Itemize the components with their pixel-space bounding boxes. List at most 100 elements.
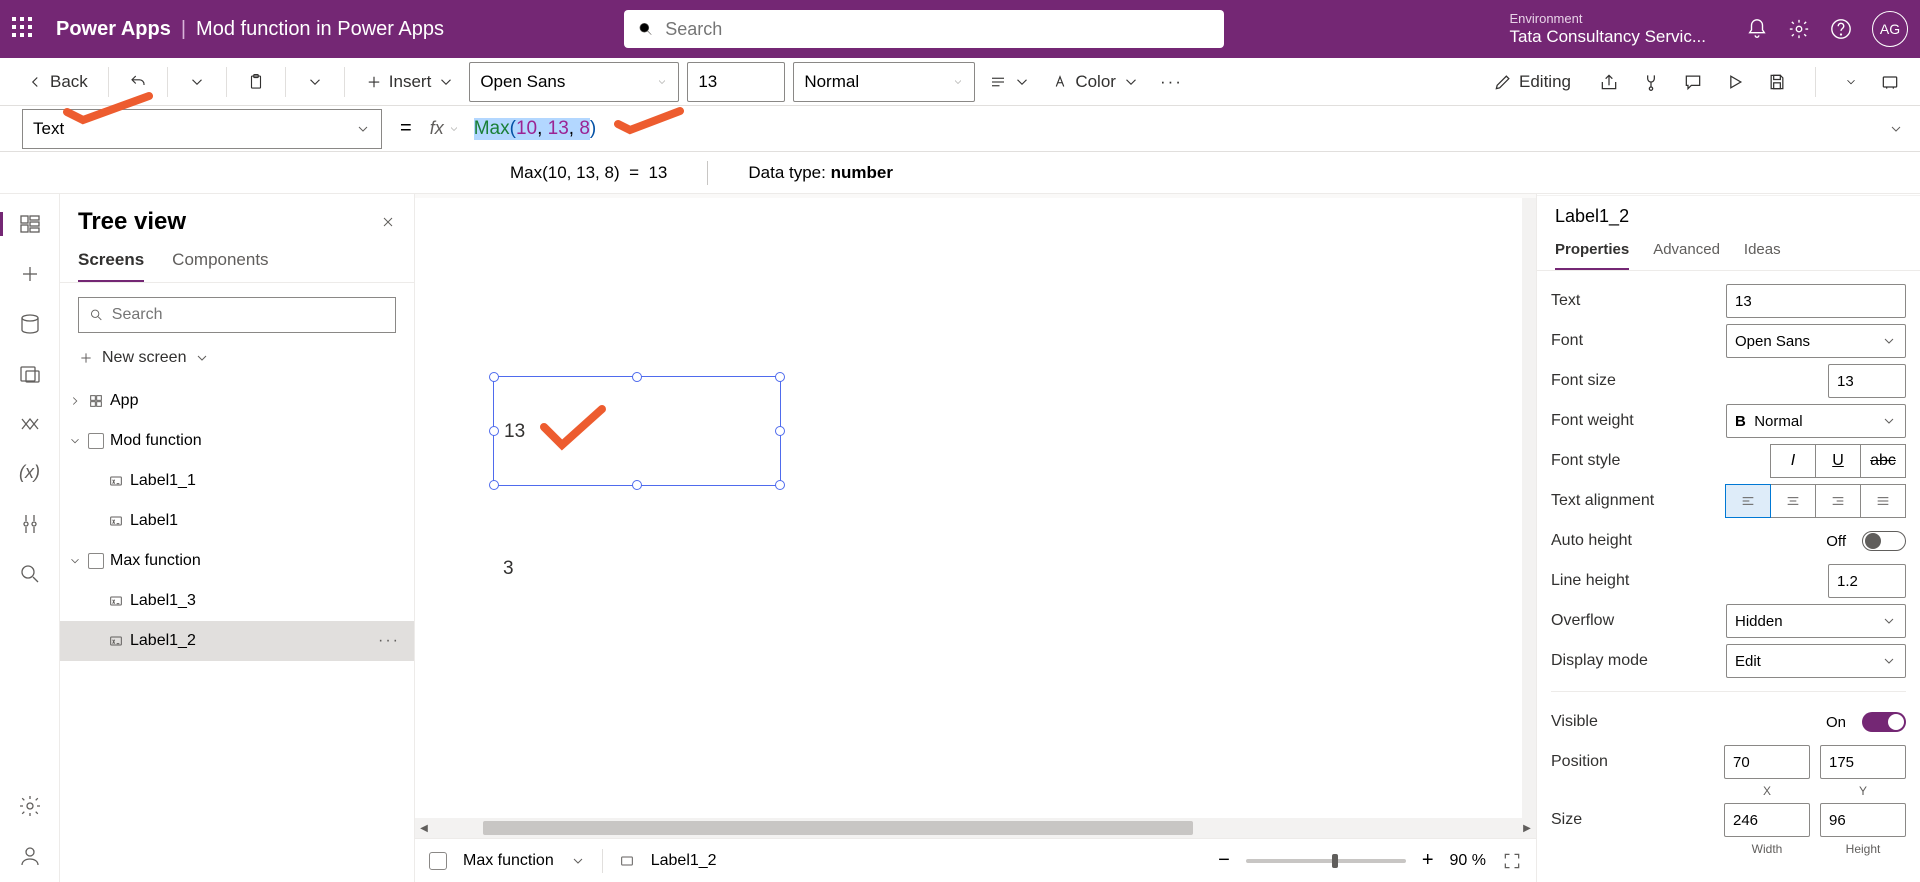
insert-button[interactable]: Insert (359, 68, 462, 96)
share-icon[interactable] (1599, 72, 1619, 92)
align-left-button[interactable] (1725, 484, 1771, 518)
prop-fontweight-dropdown[interactable]: B Normal (1726, 404, 1906, 438)
checkbox[interactable] (88, 433, 104, 449)
footer-checkbox[interactable] (429, 852, 447, 870)
resize-handle[interactable] (632, 480, 642, 490)
tree-item-label1-2[interactable]: Label1_2 ··· (60, 621, 414, 661)
tree-item-mod-function[interactable]: Mod function (60, 421, 414, 461)
color-button[interactable]: Color (1045, 68, 1146, 96)
align-right-button[interactable] (1815, 484, 1861, 518)
underline-button[interactable]: U (1815, 444, 1861, 478)
prop-width-input[interactable]: 246 (1724, 803, 1810, 837)
resize-handle[interactable] (775, 372, 785, 382)
save-icon[interactable] (1767, 72, 1787, 92)
prop-x-input[interactable]: 70 (1724, 745, 1810, 779)
font-family-dropdown[interactable]: Open Sans (469, 62, 679, 102)
rail-settings[interactable] (18, 794, 42, 818)
horizontal-scrollbar[interactable]: ◀ ▶ (415, 818, 1536, 838)
formula-bar[interactable]: Max(10, 13, 8) (474, 118, 1888, 140)
resize-handle[interactable] (775, 480, 785, 490)
comments-icon[interactable] (1683, 72, 1703, 92)
global-search[interactable] (624, 10, 1224, 48)
tree-search[interactable] (78, 297, 396, 333)
prop-y-input[interactable]: 175 (1820, 745, 1906, 779)
app-checker-icon[interactable] (1641, 72, 1661, 92)
tree-item-more[interactable]: ··· (378, 632, 400, 650)
rail-search[interactable] (18, 562, 42, 586)
expand-formula-icon[interactable] (1888, 121, 1904, 137)
resize-handle[interactable] (489, 480, 499, 490)
tree-item-label1[interactable]: Label1 (60, 501, 414, 541)
new-screen-button[interactable]: New screen (60, 341, 414, 375)
scroll-right-icon[interactable]: ▶ (1518, 823, 1536, 834)
environment-picker[interactable]: Environment Tata Consultancy Servic... (1509, 11, 1706, 47)
close-icon[interactable] (380, 214, 396, 230)
zoom-slider[interactable] (1246, 859, 1406, 863)
canvas[interactable]: 13 3 (415, 198, 1536, 818)
resize-handle[interactable] (489, 426, 499, 436)
align-justify-button[interactable] (1860, 484, 1906, 518)
align-center-button[interactable] (1770, 484, 1816, 518)
font-weight-dropdown[interactable]: Normal (793, 62, 975, 102)
more-commands[interactable]: ··· (1154, 68, 1189, 96)
footer-control-name[interactable]: Label1_2 (651, 852, 717, 870)
zoom-out-button[interactable]: − (1218, 849, 1230, 872)
align-button[interactable] (983, 69, 1037, 95)
resize-handle[interactable] (489, 372, 499, 382)
user-avatar[interactable]: AG (1872, 11, 1908, 47)
paste-button[interactable] (241, 69, 271, 95)
prop-height-input[interactable]: 96 (1820, 803, 1906, 837)
help-icon[interactable] (1830, 18, 1852, 40)
autoheight-toggle[interactable] (1862, 531, 1906, 551)
footer-screen-name[interactable]: Max function (463, 852, 554, 870)
rail-power-automate[interactable] (18, 412, 42, 436)
fit-screen-icon[interactable] (1502, 851, 1522, 871)
tree-item-app[interactable]: App (60, 381, 414, 421)
italic-button[interactable]: I (1770, 444, 1816, 478)
tab-screens[interactable]: Screens (78, 250, 144, 282)
rail-variables[interactable]: (x) (18, 462, 42, 486)
rail-virtual-agent[interactable] (18, 844, 42, 868)
chevron-down-icon[interactable] (570, 853, 586, 869)
props-tab-ideas[interactable]: Ideas (1744, 241, 1781, 270)
app-launcher-icon[interactable] (12, 17, 36, 41)
notifications-icon[interactable] (1746, 18, 1768, 40)
prop-overflow-dropdown[interactable]: Hidden (1726, 604, 1906, 638)
props-tab-properties[interactable]: Properties (1555, 241, 1629, 270)
rail-tree-view[interactable] (18, 212, 42, 236)
settings-icon[interactable] (1788, 18, 1810, 40)
tree-item-label1-1[interactable]: Label1_1 (60, 461, 414, 501)
save-split[interactable] (1844, 75, 1858, 89)
tree-search-input[interactable] (112, 306, 385, 324)
font-size-input[interactable]: 13 (687, 62, 785, 102)
scroll-thumb[interactable] (483, 821, 1193, 835)
tab-components[interactable]: Components (172, 250, 268, 282)
rail-insert[interactable] (18, 262, 42, 286)
rail-media[interactable] (18, 362, 42, 386)
undo-split[interactable] (182, 69, 212, 95)
search-input[interactable] (665, 19, 1210, 40)
scroll-left-icon[interactable]: ◀ (415, 823, 433, 834)
prop-lineheight-input[interactable]: 1.2 (1828, 564, 1906, 598)
strikethrough-button[interactable]: abc (1860, 444, 1906, 478)
prop-text-input[interactable]: 13 (1726, 284, 1906, 318)
selected-control[interactable]: 13 (493, 376, 781, 486)
checkbox[interactable] (88, 553, 104, 569)
zoom-in-button[interactable]: + (1422, 849, 1434, 872)
editing-mode[interactable]: Editing (1487, 68, 1577, 96)
fx-label[interactable]: fx (430, 118, 460, 139)
prop-displaymode-dropdown[interactable]: Edit (1726, 644, 1906, 678)
prop-font-dropdown[interactable]: Open Sans (1726, 324, 1906, 358)
rail-data[interactable] (18, 312, 42, 336)
tree-item-label1-3[interactable]: Label1_3 (60, 581, 414, 621)
visible-toggle[interactable] (1862, 712, 1906, 732)
resize-handle[interactable] (775, 426, 785, 436)
props-tab-advanced[interactable]: Advanced (1653, 241, 1720, 270)
preview-icon[interactable] (1725, 72, 1745, 92)
resize-handle[interactable] (632, 372, 642, 382)
property-selector[interactable]: Text (22, 109, 382, 149)
publish-icon[interactable] (1880, 72, 1900, 92)
prop-fontsize-input[interactable]: 13 (1828, 364, 1906, 398)
rail-advanced-tools[interactable] (18, 512, 42, 536)
paste-split[interactable] (300, 69, 330, 95)
